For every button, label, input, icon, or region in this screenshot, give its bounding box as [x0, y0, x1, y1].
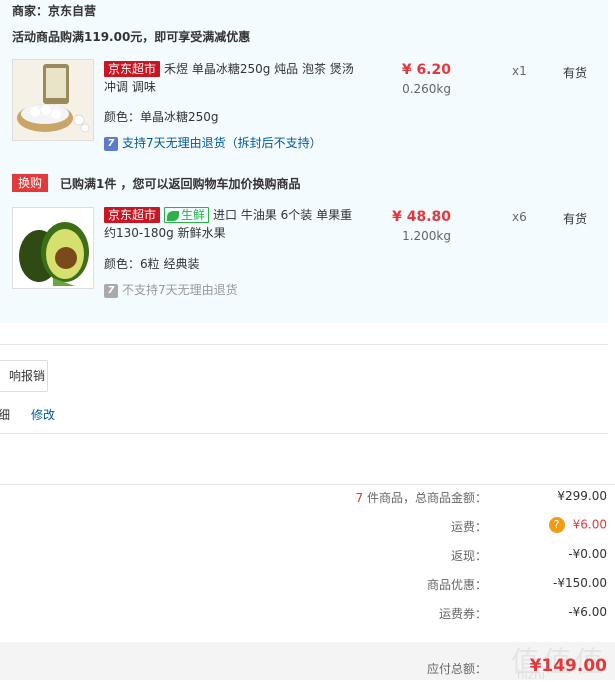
swap-tag: 换购: [12, 174, 49, 192]
shipping-value-wrap: ? ¥6.00: [548, 517, 607, 533]
total-goods-label: 7 件商品，总商品金额：: [356, 489, 487, 506]
seven-day-return-icon: 7: [104, 136, 118, 151]
discount-value: -¥150.00: [553, 576, 607, 590]
shipping-value: ¥6.00: [572, 517, 607, 532]
item-price-2: ¥ 48.80: [392, 209, 451, 225]
return-policy-2: 7 不支持7天无理由退货: [104, 281, 238, 298]
item-weight-1: 0.260kg: [402, 82, 451, 96]
jd-supermarket-tag: 京东超市: [104, 61, 161, 77]
avocado-image: [13, 208, 93, 288]
payable-value: ¥149.00: [529, 656, 607, 676]
item-spec-1: 颜色：单晶冰糖250g: [104, 110, 219, 124]
divider: [0, 433, 608, 434]
item-weight-2: 1.200kg: [402, 229, 451, 243]
item-stock-1: 有货: [563, 66, 588, 80]
detail-link-partial[interactable]: 细: [0, 406, 10, 423]
swap-message: 已购满1件 ，您可以返回购物车加价换购商品: [60, 177, 301, 191]
return-policy-text[interactable]: 支持7天无理由退货（拆封后不支持）: [122, 136, 322, 150]
rock-sugar-image: [13, 60, 93, 140]
discount-label: 商品优惠：: [426, 578, 487, 592]
item-price-1: ¥ 6.20: [401, 62, 451, 78]
product-image-avocado[interactable]: [12, 207, 94, 289]
item-qty-2: x6: [512, 210, 527, 224]
item-spec-2: 颜色：6粒 经典装: [104, 257, 200, 271]
item-stock-2: 有货: [563, 212, 588, 226]
total-goods-value: ¥299.00: [557, 489, 607, 503]
return-policy-text: 不支持7天无理由退货: [122, 283, 238, 297]
shipping-label: 运费：: [450, 520, 487, 534]
item-title-2[interactable]: 京东超市 生鲜 进口 牛油果 6个装 单果重约130-180g 新鲜水果: [104, 206, 354, 242]
fresh-tag: 生鲜: [164, 207, 210, 223]
count-suffix: 件商品，总商品金额：: [366, 491, 487, 505]
promo-banner: 活动商品购满119.00元，即可享受满减优惠: [12, 30, 251, 44]
payable-footer: 值值值 hizhi 应付总额： ¥149.00: [0, 642, 615, 682]
divider: [0, 344, 608, 345]
seller-label: 商家：京东自营: [12, 4, 97, 18]
return-policy-1: 7 支持7天无理由退货（拆封后不支持）: [104, 134, 322, 151]
item-qty-1: x1: [512, 64, 527, 78]
shipping-coupon-label: 运费券：: [438, 607, 487, 621]
rebate-value: -¥0.00: [568, 547, 607, 561]
divider: [0, 484, 615, 485]
rebate-label: 返现：: [450, 549, 487, 563]
shipping-coupon-value: -¥6.00: [568, 605, 607, 619]
reimburse-button[interactable]: 响报销: [0, 360, 48, 392]
jd-supermarket-tag: 京东超市: [104, 207, 161, 223]
fresh-tag-label: 生鲜: [181, 208, 206, 222]
item-title-1[interactable]: 京东超市 禾煜 单晶冰糖250g 炖品 泡茶 煲汤 冲调 调味: [104, 60, 354, 96]
payable-label: 应付总额：: [426, 662, 487, 676]
leaf-icon: [167, 210, 180, 221]
item-count: 7: [355, 491, 364, 505]
seven-day-return-disabled-icon: 7: [104, 283, 118, 298]
shipping-info-icon[interactable]: ?: [548, 517, 565, 533]
edit-link[interactable]: 修改: [31, 406, 55, 423]
product-image-rock-sugar[interactable]: [12, 59, 94, 141]
